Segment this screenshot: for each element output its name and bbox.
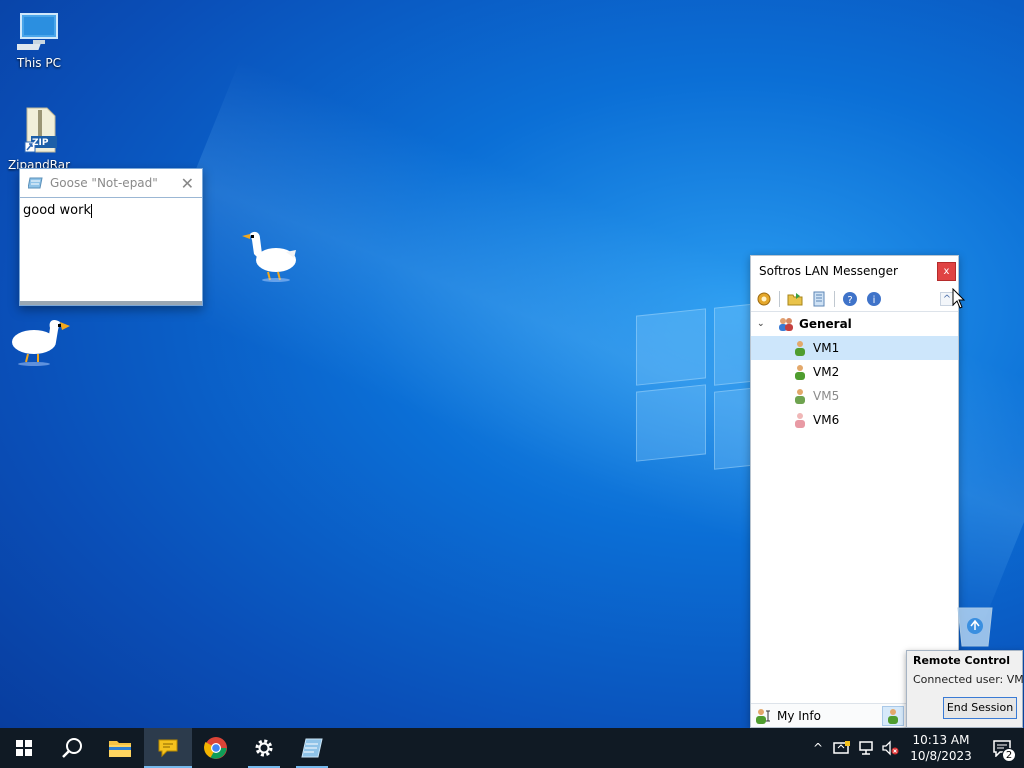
lan-messenger-title: Softros LAN Messenger [759,264,898,278]
recycle-bin-icon[interactable] [952,600,998,648]
user-online-icon [795,341,805,356]
my-info-button[interactable]: My Info [755,708,821,724]
taskbar: ^ 10:13 AM 10/8/2023 2 [0,728,1024,768]
lan-messenger-titlebar[interactable]: Softros LAN Messenger [751,256,958,286]
goose-notepad-title: Goose "Not-epad" [50,176,158,190]
chevron-down-icon[interactable]: ⌄ [757,319,769,329]
user-item-vm5[interactable]: VM5 [751,384,958,408]
group-users-icon [779,318,793,331]
zip-archive-icon [24,107,57,153]
my-info-icon [756,708,770,724]
clock[interactable]: 10:13 AM 10/8/2023 [902,732,980,764]
system-tray: ^ 10:13 AM 10/8/2023 2 [806,728,1024,768]
user-name: VM2 [813,365,840,379]
search-button[interactable] [48,728,96,768]
taskbar-file-explorer[interactable] [96,728,144,768]
user-item-vm2[interactable]: VM2 [751,360,958,384]
user-name: VM5 [813,389,840,403]
show-hidden-icons-button[interactable]: ^ [806,728,830,768]
text-caret [91,203,93,218]
start-button[interactable] [0,728,48,768]
taskbar-chrome[interactable] [192,728,240,768]
end-session-button[interactable]: End Session [943,697,1017,719]
toolbar-separator [779,290,780,307]
clock-date: 10/8/2023 [910,749,972,763]
lan-tray-icon[interactable] [830,728,854,768]
user-online-icon [795,365,805,380]
user-name: VM1 [813,341,840,355]
windows-start-icon [16,740,32,756]
desktop-icon-zipandrar[interactable]: ZIP ZipandRar [2,106,76,172]
taskbar-lan-messenger[interactable] [144,728,192,768]
info-icon[interactable]: i [865,290,883,308]
open-folder-icon[interactable] [786,290,804,308]
user-item-vm6[interactable]: VM6 [751,408,958,432]
notepad-icon [301,738,323,758]
chrome-icon [204,737,227,759]
zip-badge: ZIP [32,138,49,148]
notepad-icon [28,177,43,189]
remote-control-title: Remote Control [913,654,1010,667]
goose-notepad-textarea[interactable]: good work [20,198,202,298]
clock-time: 10:13 AM [912,733,970,747]
group-name: General [799,317,852,331]
folder-icon [109,741,131,757]
help-icon[interactable]: ? [841,290,859,308]
chat-bubble-icon [158,739,178,758]
close-icon[interactable]: ✕ [181,174,194,193]
taskbar-settings[interactable] [240,728,288,768]
svg-text:?: ? [847,295,852,306]
settings-gear-icon[interactable] [755,290,773,308]
my-info-label: My Info [777,708,821,723]
svg-text:i: i [873,295,876,306]
user-busy-icon [795,413,805,428]
search-icon [62,738,82,758]
connected-user-text: Connected user: VM1 [913,673,1024,686]
user-item-vm1[interactable]: VM1 [751,336,958,360]
computer-icon [17,13,58,50]
notification-count-badge: 2 [1002,748,1016,762]
network-icon[interactable] [854,728,878,768]
goose-notepad-titlebar[interactable]: Goose "Not-epad" [20,169,202,198]
desktop-icon-label: This PC [17,56,61,70]
mouse-cursor-icon [952,288,966,309]
taskbar-notepad[interactable] [288,728,336,768]
close-button[interactable]: x [937,262,956,281]
user-name: VM6 [813,413,840,427]
lan-messenger-toolbar: ? i [751,286,958,312]
desktop-goose[interactable] [238,224,300,284]
goose-notepad-text: good work [23,203,92,218]
user-away-icon [795,389,805,404]
goose-notepad-bottom-border [20,301,202,305]
action-center-button[interactable]: 2 [980,728,1024,768]
desktop-goose[interactable] [8,316,74,372]
user-online-icon [888,709,898,724]
toolbar-separator [834,290,835,307]
goose-notepad-window[interactable]: Goose "Not-epad" ✕ good work [19,168,203,306]
remote-control-popup: Remote Control Connected user: VM1 End S… [906,650,1024,728]
online-status-button[interactable] [882,706,904,726]
desktop-icon-this-pc[interactable]: This PC [2,10,76,70]
volume-muted-icon[interactable] [878,728,902,768]
group-general[interactable]: ⌄ General [751,312,958,336]
message-history-icon[interactable] [810,290,828,308]
gear-icon [255,739,273,757]
